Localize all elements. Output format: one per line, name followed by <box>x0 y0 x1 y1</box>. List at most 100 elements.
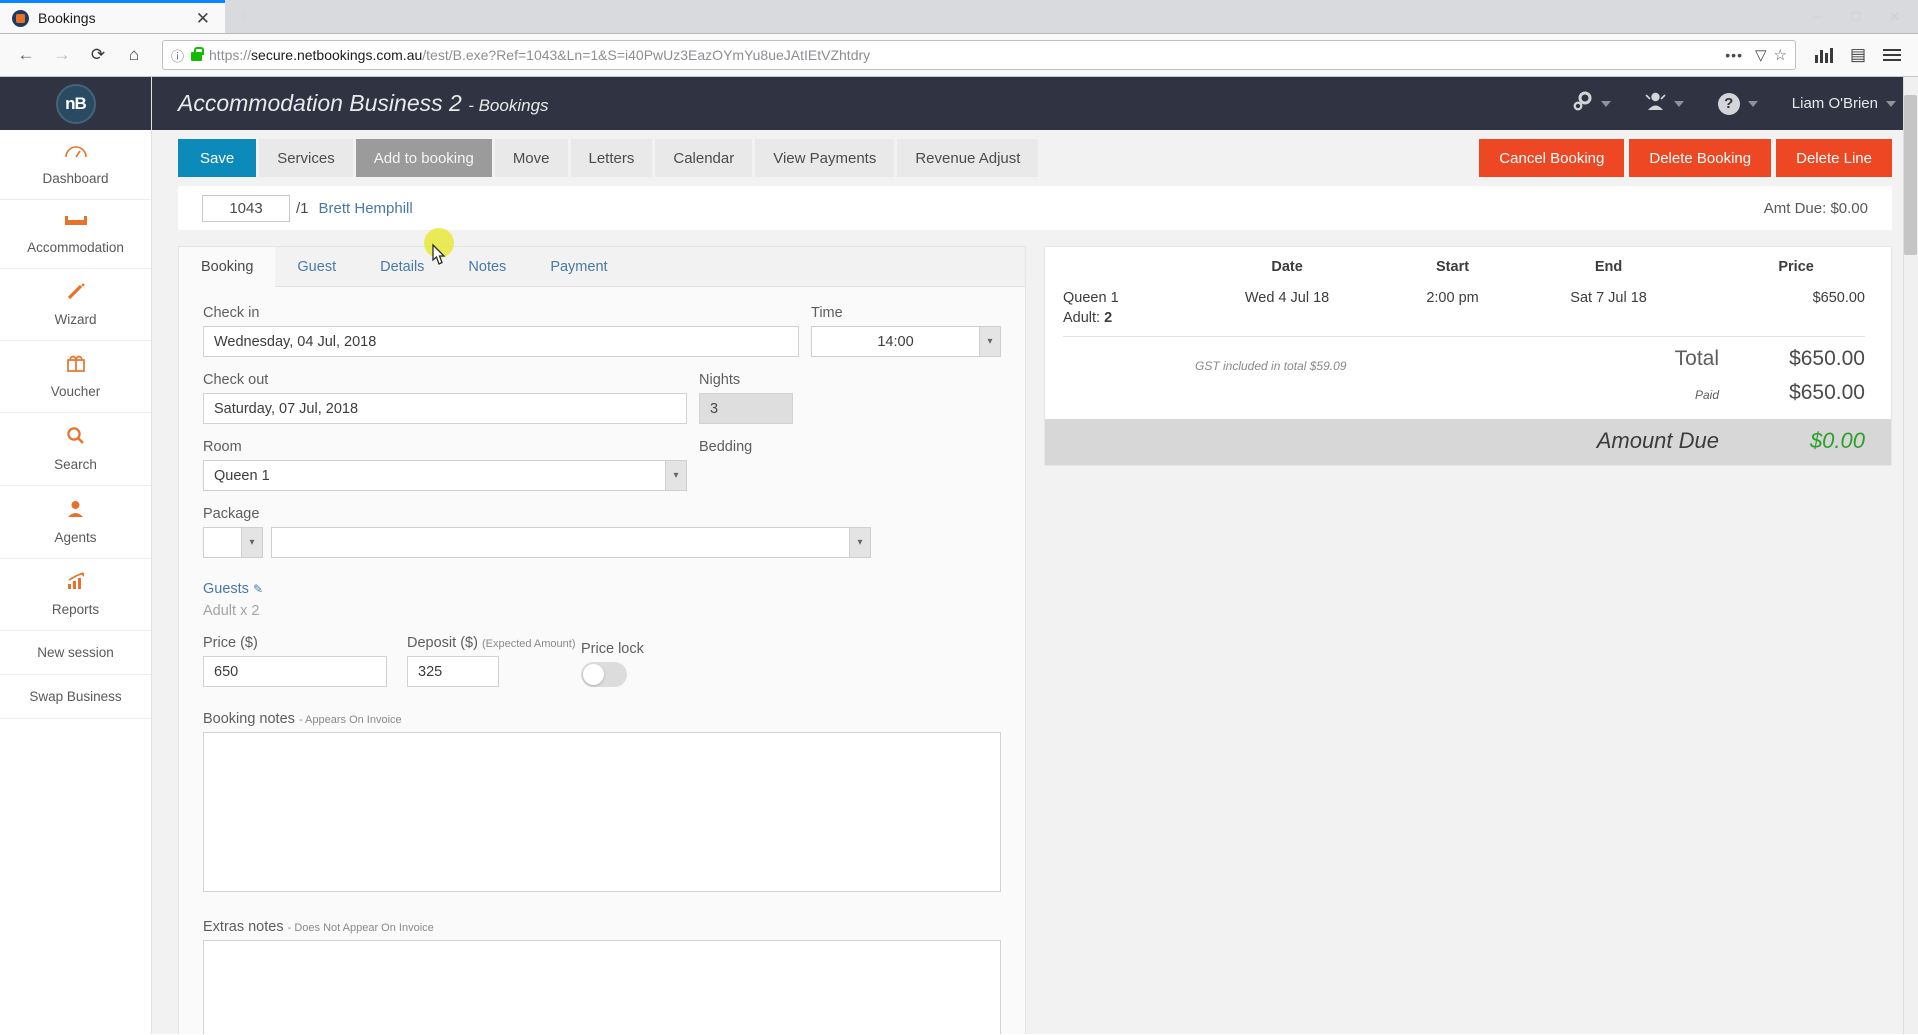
forward-icon[interactable]: → <box>46 39 78 71</box>
pencil-icon: ✎ <box>252 582 263 596</box>
tab-notes[interactable]: Notes <box>446 247 528 287</box>
sidebar-item-agents[interactable]: Agents <box>0 486 151 559</box>
package-select[interactable]: ▾ <box>271 527 871 558</box>
tab-guest[interactable]: Guest <box>275 247 358 287</box>
guest-name-link[interactable]: Brett Hemphill <box>319 200 413 217</box>
deposit-input[interactable] <box>407 656 499 687</box>
guests-section: Guests ✎ Adult x 2 <box>203 580 1001 619</box>
section-name: - Bookings <box>468 96 549 115</box>
sidebar-item-label: Reports <box>51 602 100 617</box>
view-payments-button[interactable]: View Payments <box>755 139 895 177</box>
sidebar-item-accommodation[interactable]: Accommodation <box>0 200 151 269</box>
chevron-down-icon: ▾ <box>849 528 870 557</box>
booking-ref-input[interactable] <box>202 194 290 222</box>
save-button[interactable]: Save <box>178 139 257 177</box>
window-close-button[interactable]: ✕ <box>1875 9 1914 25</box>
deposit-hint: (Expected Amount) <box>481 638 576 650</box>
summary-room-name[interactable]: Queen 1 <box>1045 285 1185 306</box>
room-select[interactable]: Queen 1 ▾ <box>203 460 687 491</box>
sidebar-item-search[interactable]: Search <box>0 413 151 486</box>
back-icon[interactable]: ← <box>10 39 42 71</box>
browser-tabstrip: Bookings ✕ + ─ ☐ ✕ <box>0 0 1918 34</box>
lock-icon <box>191 46 204 61</box>
form-body: Check in Time 14:00 ▾ <box>179 287 1025 1034</box>
room-group: Room Queen 1 ▾ <box>203 439 687 491</box>
room-row: Room Queen 1 ▾ Bedding <box>203 439 1001 491</box>
revenue-adjust-button[interactable]: Revenue Adjust <box>897 139 1039 177</box>
chevron-down-icon <box>1886 100 1896 107</box>
booking-notes-hint: - Appears On Invoice <box>298 714 402 726</box>
page-actions-icon[interactable]: ••• <box>1720 47 1748 63</box>
page-title: Accommodation Business 2 - Bookings <box>178 90 549 117</box>
chevron-down-icon <box>1747 100 1758 107</box>
sidebar-item-wizard[interactable]: Wizard <box>0 269 151 341</box>
sidebar-item-dashboard[interactable]: Dashboard <box>0 130 151 200</box>
account-menu[interactable]: Liam O'Brien <box>1792 95 1896 112</box>
sidebar-item-label: Search <box>54 457 97 472</box>
delete-booking-button[interactable]: Delete Booking <box>1629 139 1772 177</box>
booking-line-number: /1 <box>296 199 309 217</box>
cancel-booking-button[interactable]: Cancel Booking <box>1479 139 1625 177</box>
move-button[interactable]: Move <box>494 139 568 177</box>
calendar-button[interactable]: Calendar <box>655 139 753 177</box>
url-bar[interactable]: ⓘ https://secure.netbookings.com.au/test… <box>162 40 1796 70</box>
window-minimize-button[interactable]: ─ <box>1799 9 1836 24</box>
user-menu[interactable] <box>1645 91 1684 117</box>
help-menu[interactable]: ? <box>1717 92 1758 115</box>
booking-notes-label: Booking notes - Appears On Invoice <box>203 711 402 727</box>
amount-due-label: Amount Due <box>1596 428 1719 453</box>
person-icon <box>1645 91 1666 117</box>
panels-container: Booking Guest Details Notes Payment Chec… <box>178 246 1892 1034</box>
time-select[interactable]: 14:00 ▾ <box>811 326 1001 357</box>
summary-col-room <box>1045 247 1185 285</box>
bookmark-star-icon[interactable]: ☆ <box>1774 46 1787 64</box>
question-icon: ? <box>1717 92 1740 115</box>
wand-icon <box>4 282 147 304</box>
sidebar-item-reports[interactable]: Reports <box>0 559 151 631</box>
check-out-input[interactable] <box>203 393 687 424</box>
window-maximize-button[interactable]: ☐ <box>1836 10 1875 24</box>
hamburger-menu-icon[interactable] <box>1876 39 1908 71</box>
nights-label: Nights <box>699 372 741 388</box>
services-button[interactable]: Services <box>259 139 353 177</box>
tab-details[interactable]: Details <box>358 247 446 287</box>
guests-edit-link[interactable]: Guests ✎ <box>203 581 263 597</box>
package-qty-select[interactable]: ▾ <box>203 527 263 558</box>
new-tab-button[interactable]: + <box>225 4 264 29</box>
page-scrollbar[interactable] <box>1903 77 1918 1034</box>
price-lock-toggle[interactable] <box>581 662 627 687</box>
table-row[interactable]: Queen 1 Wed 4 Jul 18 2:00 pm Sat 7 Jul 1… <box>1045 285 1891 306</box>
booking-notes-group: Booking notes - Appears On Invoice <box>203 711 1001 897</box>
close-icon[interactable]: ✕ <box>191 8 215 29</box>
url-text: https://secure.netbookings.com.au/test/B… <box>209 47 871 63</box>
delete-line-button[interactable]: Delete Line <box>1776 139 1892 177</box>
reload-icon[interactable]: ⟳ <box>82 39 114 71</box>
library-icon[interactable] <box>1808 39 1840 71</box>
browser-tab[interactable]: Bookings ✕ <box>0 0 225 33</box>
add-to-booking-button[interactable]: Add to booking <box>355 139 492 177</box>
application-root: nB Dashboard Accommodation Wizard Vouche… <box>0 77 1918 1034</box>
sidebar-item-label: Dashboard <box>42 171 109 186</box>
tab-payment[interactable]: Payment <box>528 247 629 287</box>
sidebar-item-voucher[interactable]: Voucher <box>0 341 151 413</box>
booking-notes-textarea[interactable] <box>203 732 1001 892</box>
summary-occupancy: Adult: 2 <box>1063 310 1113 326</box>
home-icon[interactable]: ⌂ <box>118 39 150 71</box>
sidebar-item-label: Agents <box>54 530 97 545</box>
shield-icon[interactable]: ▽ <box>1755 46 1767 64</box>
form-tabs: Booking Guest Details Notes Payment <box>179 247 1025 287</box>
settings-menu[interactable] <box>1572 91 1611 117</box>
extras-notes-textarea[interactable] <box>203 940 1001 1034</box>
scrollbar-thumb[interactable] <box>1904 95 1917 255</box>
sidebar-toggle-icon[interactable]: ▤ <box>1842 39 1874 71</box>
netbookings-logo[interactable]: nB <box>55 83 96 124</box>
summary-col-date: Date <box>1271 259 1303 275</box>
letters-button[interactable]: Letters <box>570 139 653 177</box>
price-input[interactable] <box>203 656 387 687</box>
sidebar-item-new-session[interactable]: New session <box>0 631 151 675</box>
bed-icon <box>4 213 147 232</box>
check-in-input[interactable] <box>203 326 799 357</box>
sidebar-item-swap-business[interactable]: Swap Business <box>0 675 151 719</box>
tab-booking[interactable]: Booking <box>179 247 276 287</box>
page-info-icon[interactable]: ⓘ <box>171 46 184 65</box>
